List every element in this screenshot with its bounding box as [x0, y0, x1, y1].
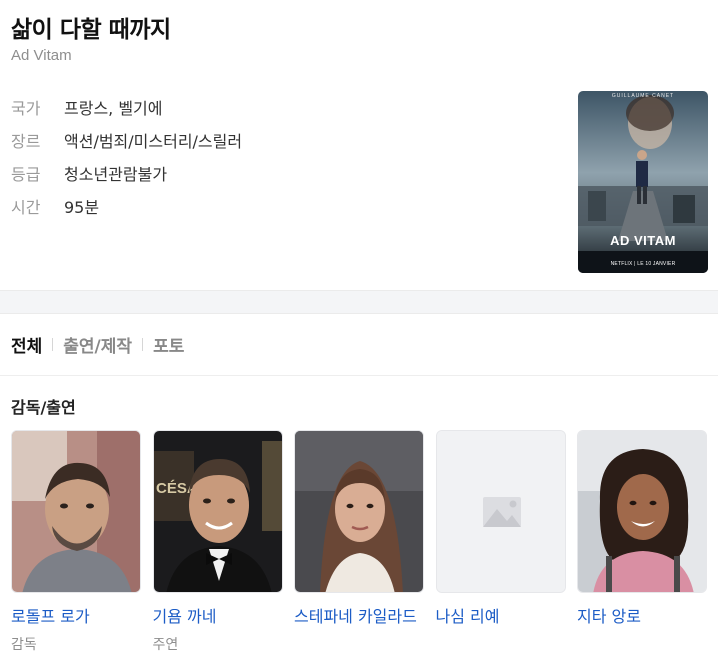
poster-top-text: GUILLAUME CANET — [611, 93, 675, 99]
person-name[interactable]: 기욤 까네 — [153, 603, 283, 627]
person-photo[interactable] — [11, 430, 141, 593]
person-name[interactable]: 스테파네 카일라드 — [294, 603, 424, 627]
person-card[interactable]: 지타 앙로 — [577, 430, 707, 654]
section-title: 감독/출연 — [11, 398, 76, 417]
person-name[interactable]: 로돌프 로가 — [11, 603, 141, 627]
tab-bar: 전체 출연/제작 포토 — [11, 332, 184, 357]
poster-bottom-text: NETFLIX | LE 10 JANVIER — [610, 261, 676, 267]
person-card[interactable]: 나심 리예 — [435, 430, 566, 654]
person-photo-placeholder[interactable] — [435, 430, 566, 593]
info-value: 청소년관람불가 — [64, 164, 168, 184]
page-title: 삶이 다할 때까지 — [11, 17, 171, 43]
info-list: 국가 프랑스, 벨기에 장르 액션/범죄/미스터리/스릴러 등급 청소년관람불가… — [11, 90, 242, 222]
person-photo[interactable] — [577, 430, 707, 593]
section-gap — [0, 290, 718, 314]
info-label: 장르 — [11, 131, 41, 151]
person-name[interactable]: 지타 앙로 — [577, 603, 707, 627]
person-photo-image — [12, 431, 140, 592]
poster-title: AD VITAM — [610, 233, 676, 248]
info-value: 95분 — [64, 197, 100, 217]
person-role: 주연 — [152, 637, 179, 653]
person-card[interactable]: 스테파네 카일라드 — [294, 430, 424, 654]
info-row-rating: 등급 청소년관람불가 — [11, 156, 242, 189]
original-title: Ad Vitam — [11, 47, 72, 64]
info-value: 프랑스, 벨기에 — [64, 98, 163, 118]
movie-poster[interactable]: GUILLAUME CANET AD VITAM NETFLIX | LE 10… — [578, 91, 708, 273]
person-card[interactable]: CÉSA 기욤 까네 주연 — [152, 430, 283, 654]
person-photo[interactable] — [294, 430, 424, 593]
people-list: 로돌프 로가 감독 CÉSA 기욤 까네 주연 스테파네 카일라드 나심 리예 … — [11, 430, 707, 654]
person-photo-image: CÉSA — [153, 431, 282, 592]
person-photo-image — [295, 431, 423, 592]
person-photo[interactable]: CÉSA — [152, 430, 283, 593]
tab-all[interactable]: 전체 — [11, 332, 42, 357]
person-card[interactable]: 로돌프 로가 감독 — [11, 430, 141, 654]
info-label: 등급 — [11, 164, 41, 184]
person-role: 감독 — [11, 637, 37, 653]
info-label: 시간 — [11, 197, 41, 217]
info-row-genre: 장르 액션/범죄/미스터리/스릴러 — [11, 123, 242, 156]
tab-cast-crew[interactable]: 출연/제작 — [63, 332, 132, 357]
info-value: 액션/범죄/미스터리/스릴러 — [64, 131, 243, 151]
info-row-runtime: 시간 95분 — [11, 189, 242, 222]
tab-divider — [52, 338, 54, 351]
divider — [0, 375, 718, 376]
tab-divider — [142, 338, 144, 351]
person-photo-image — [578, 431, 706, 592]
tab-photos[interactable]: 포토 — [153, 332, 184, 357]
info-row-country: 국가 프랑스, 벨기에 — [11, 90, 242, 123]
image-placeholder-icon — [436, 431, 565, 592]
person-name[interactable]: 나심 리예 — [436, 603, 566, 627]
info-label: 국가 — [11, 98, 41, 118]
